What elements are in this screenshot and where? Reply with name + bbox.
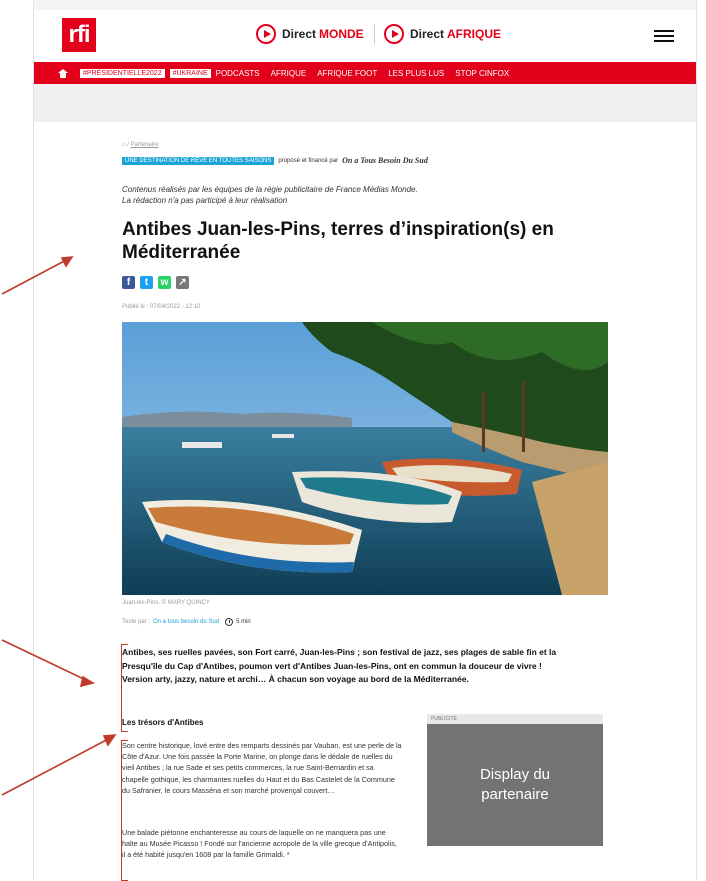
direct-monde-button[interactable]: Direct MONDE — [256, 24, 364, 44]
read-time: 5 min — [236, 619, 251, 625]
direct-monde-name: MONDE — [319, 27, 364, 41]
photo-caption: Juan-les-Pins. © MARY QUINCY — [122, 600, 210, 606]
whatsapp-icon[interactable]: w — [158, 276, 171, 289]
sponsor-line: UNE DESTINATION DE RÊVE EN TOUTES SAISON… — [122, 156, 428, 165]
body-bracket — [121, 740, 128, 881]
sponsor-brand-logo[interactable]: On a Tous Besoin Du Sud — [342, 156, 428, 165]
sponsored-disclaimer: Contenus réalisés par les équipes de la … — [122, 184, 418, 206]
browser-frame: rfi Direct MONDE Direct AFRIQUE #PRÉSIDE… — [33, 0, 697, 881]
partner-display-ad[interactable]: Display du partenaire — [427, 724, 603, 846]
disclaimer-line-1: Contenus réalisés par les équipes de la … — [122, 185, 418, 194]
home-icon[interactable] — [58, 68, 68, 78]
publish-date: Publié le : 07/04/2022 - 12:10 — [122, 304, 201, 310]
article-lede: Antibes, ses ruelles pavées, son Fort ca… — [122, 647, 557, 684]
article-title: Antibes Juan-les-Pins, terres d’inspirat… — [122, 219, 554, 263]
direct-afrique-name: AFRIQUE — [447, 27, 502, 41]
share-icon[interactable]: ↗ — [176, 276, 189, 289]
sponsor-tag[interactable]: UNE DESTINATION DE RÊVE EN TOUTES SAISON… — [122, 156, 275, 165]
nav-item-stop-cinfox[interactable]: STOP CINFOX — [455, 69, 509, 78]
nav-tag-ukraine[interactable]: #UKRAINE — [169, 68, 211, 78]
nav-item-afrique[interactable]: AFRIQUE — [271, 69, 307, 78]
twitter-icon[interactable]: t — [140, 276, 153, 289]
home-icon[interactable]: ⌂ — [122, 142, 126, 148]
rfi-logo[interactable]: rfi — [62, 18, 96, 52]
ad-label: PUBLICITÉ — [427, 714, 603, 724]
byline-author-link[interactable]: On a tous besoin du Sud — [153, 619, 219, 625]
article: ⌂ / Partenaire UNE DESTINATION DE RÊVE E… — [34, 122, 696, 881]
disclaimer-line-2: La rédaction n'a pas participé à leur ré… — [122, 196, 288, 205]
facebook-icon[interactable]: f — [122, 276, 135, 289]
article-paragraph-2: Une balade piétonne enchanteresse au cou… — [122, 828, 397, 860]
nav-item-afrique-foot[interactable]: AFRIQUE FOOT — [317, 69, 377, 78]
direct-monde-prefix: Direct — [282, 27, 317, 41]
hamburger-menu-icon[interactable] — [654, 30, 674, 42]
header-divider — [374, 24, 375, 44]
lede-bracket — [121, 644, 128, 732]
main-nav: #PRÉSIDENTIELLE2022 #UKRAINE PODCASTS AF… — [34, 62, 696, 84]
nav-tag-presidentielle[interactable]: #PRÉSIDENTIELLE2022 — [80, 68, 165, 78]
nav-item-podcasts[interactable]: PODCASTS — [216, 69, 260, 78]
article-photo — [122, 322, 608, 595]
article-paragraph-1: Son centre historique, lové entre des re… — [122, 741, 402, 795]
byline-prefix: Texte par : — [122, 619, 151, 625]
breadcrumb-partenaire[interactable]: Partenaire — [131, 142, 159, 148]
ad-text: Display du partenaire — [479, 766, 551, 803]
share-bar: f t w ↗ — [122, 276, 194, 289]
section-heading: Les trésors d'Antibes — [122, 718, 204, 727]
nav-item-les-plus-lus[interactable]: LES PLUS LUS — [388, 69, 444, 78]
direct-afrique-prefix: Direct — [410, 27, 445, 41]
harbor-boats-photo — [122, 322, 608, 595]
ad-banner-space — [34, 84, 696, 122]
clock-icon — [225, 618, 234, 626]
sponsor-text: proposé et financé par — [278, 157, 339, 164]
play-icon — [256, 24, 276, 44]
byline: Texte par : On a tous besoin du Sud 5 mi… — [122, 618, 251, 626]
play-icon — [384, 24, 404, 44]
site-header: rfi Direct MONDE Direct AFRIQUE — [34, 10, 696, 62]
breadcrumb: ⌂ / Partenaire — [122, 142, 159, 148]
direct-afrique-button[interactable]: Direct AFRIQUE — [384, 24, 501, 44]
